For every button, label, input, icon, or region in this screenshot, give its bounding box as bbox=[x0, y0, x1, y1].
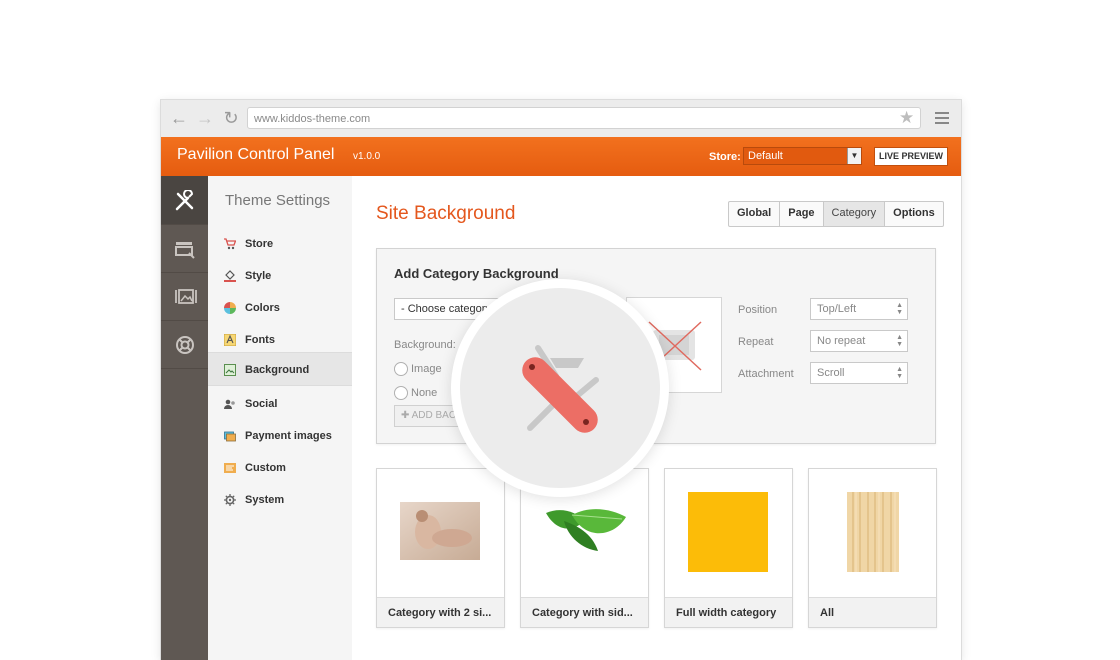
sidebar-item-colors[interactable]: Colors bbox=[208, 292, 352, 324]
paint-bucket-icon bbox=[224, 270, 236, 282]
sidebar-item-label: Colors bbox=[245, 302, 280, 314]
background-tabs: Global Page Category Options bbox=[728, 201, 944, 227]
icon-sidebar bbox=[161, 176, 208, 660]
sidebar-item-label: Style bbox=[245, 270, 272, 282]
category-card[interactable]: Category with sid... bbox=[520, 468, 649, 628]
sidebar-item-label: Fonts bbox=[245, 334, 275, 346]
multitool-icon bbox=[522, 345, 599, 433]
version-label: v1.0.0 bbox=[353, 151, 381, 162]
browser-toolbar: ← → ↻ www.kiddos-theme.com ★ bbox=[161, 100, 961, 138]
picture-icon bbox=[224, 364, 236, 376]
brand-title: Pavilion Control Panel bbox=[177, 146, 335, 163]
bookmark-star-icon[interactable]: ★ bbox=[899, 108, 914, 128]
sidebar-item-custom[interactable]: Custom bbox=[208, 452, 352, 484]
position-value: Top/Left bbox=[817, 303, 857, 315]
radio-label: None bbox=[411, 387, 438, 399]
radio-label: Image bbox=[411, 363, 442, 375]
repeat-label: Repeat bbox=[738, 336, 774, 348]
back-arrow-icon[interactable]: ← bbox=[169, 108, 189, 128]
reload-icon[interactable]: ↻ bbox=[221, 108, 241, 128]
card-caption: Full width category bbox=[665, 597, 792, 627]
updown-arrows-icon: ▲ ▼ bbox=[896, 366, 903, 380]
radio-circle[interactable] bbox=[394, 362, 408, 376]
cart-icon bbox=[224, 238, 236, 250]
card-caption: Category with sid... bbox=[521, 597, 648, 627]
color-thumbnail bbox=[688, 492, 768, 572]
app-header: Pavilion Control Panel v1.0.0 Store: Def… bbox=[161, 137, 961, 177]
chevron-down-icon: ▼ bbox=[847, 148, 861, 164]
repeat-value: No repeat bbox=[817, 335, 866, 347]
sidebar-item-background[interactable]: Background bbox=[208, 352, 352, 386]
sidebar-item-label: Background bbox=[245, 364, 310, 376]
category-card[interactable]: Full width category bbox=[664, 468, 793, 628]
forward-arrow-icon[interactable]: → bbox=[195, 108, 215, 128]
attachment-label: Attachment bbox=[738, 368, 794, 380]
sidebar-item-payment-images[interactable]: Payment images bbox=[208, 420, 352, 452]
sidebar-item-label: Payment images bbox=[245, 430, 332, 442]
tab-options[interactable]: Options bbox=[885, 202, 943, 226]
tab-global[interactable]: Global bbox=[729, 202, 781, 226]
media-tab[interactable] bbox=[161, 272, 208, 321]
tab-category[interactable]: Category bbox=[823, 202, 886, 226]
lifebuoy-icon bbox=[176, 336, 194, 354]
position-select[interactable]: Top/Left ▲ ▼ bbox=[810, 298, 908, 320]
sidebar-item-label: Store bbox=[245, 238, 274, 250]
address-bar[interactable]: www.kiddos-theme.com bbox=[247, 107, 921, 129]
attachment-value: Scroll bbox=[817, 367, 845, 379]
wood-thumbnail bbox=[847, 492, 899, 572]
layout-icon bbox=[175, 242, 195, 259]
sidebar-item-label: Social bbox=[245, 398, 278, 410]
updown-arrows-icon: ▲ ▼ bbox=[896, 334, 903, 348]
background-label: Background: bbox=[394, 339, 456, 351]
image-gallery-icon bbox=[175, 289, 197, 304]
font-icon bbox=[224, 334, 236, 346]
attachment-select[interactable]: Scroll ▲ ▼ bbox=[810, 362, 908, 384]
card-caption: Category with 2 si... bbox=[377, 597, 504, 627]
layout-tab[interactable] bbox=[161, 224, 208, 273]
add-background-label: ADD BACK bbox=[411, 410, 463, 421]
store-select[interactable]: Default ▼ bbox=[743, 147, 862, 165]
card-caption: All bbox=[809, 597, 936, 627]
leaf-thumbnail bbox=[546, 509, 626, 551]
category-card[interactable]: Category with 2 si... bbox=[376, 468, 505, 628]
tab-page[interactable]: Page bbox=[780, 202, 824, 226]
updown-arrows-icon: ▲ ▼ bbox=[896, 302, 903, 316]
cards-icon bbox=[224, 431, 236, 442]
sidebar-item-label: Custom bbox=[245, 462, 286, 474]
settings-sidebar: Theme Settings Store Style Colors Fonts … bbox=[208, 176, 353, 660]
support-tab[interactable] bbox=[161, 320, 208, 369]
sidebar-item-system[interactable]: System bbox=[208, 484, 352, 516]
sidebar-item-social[interactable]: Social bbox=[208, 388, 352, 420]
live-preview-button[interactable]: LIVE PREVIEW bbox=[874, 147, 948, 166]
store-label: Store: bbox=[709, 151, 741, 163]
store-select-value: Default bbox=[748, 150, 783, 162]
users-icon bbox=[224, 399, 235, 409]
photo-thumbnail bbox=[400, 502, 480, 560]
sidebar-item-store[interactable]: Store bbox=[208, 228, 352, 260]
hamburger-menu-icon[interactable] bbox=[935, 112, 949, 124]
tools-icon bbox=[175, 190, 194, 211]
theme-tools-tab[interactable] bbox=[161, 176, 208, 225]
css-file-icon bbox=[224, 463, 236, 473]
tool-badge bbox=[460, 288, 660, 488]
repeat-select[interactable]: No repeat ▲ ▼ bbox=[810, 330, 908, 352]
panel-title: Add Category Background bbox=[394, 266, 559, 281]
gear-icon bbox=[224, 494, 236, 506]
sidebar-item-label: System bbox=[245, 494, 285, 506]
plus-icon: ✚ bbox=[401, 410, 412, 421]
category-card[interactable]: All bbox=[808, 468, 937, 628]
sidebar-title: Theme Settings bbox=[225, 192, 331, 209]
color-wheel-icon bbox=[224, 302, 236, 314]
radio-circle[interactable] bbox=[394, 386, 408, 400]
sidebar-item-style[interactable]: Style bbox=[208, 260, 352, 292]
position-label: Position bbox=[738, 304, 778, 316]
page-title: Site Background bbox=[376, 203, 516, 224]
